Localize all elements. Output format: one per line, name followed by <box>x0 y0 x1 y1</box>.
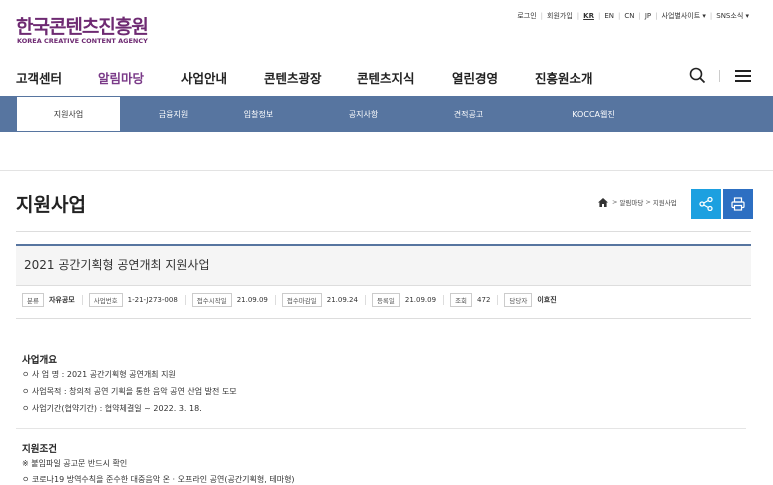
nav-item-customer-center[interactable]: 고객센터 <box>16 68 62 87</box>
login-link[interactable]: 로그인 <box>517 11 536 21</box>
lang-cn-link[interactable]: CN <box>624 12 634 20</box>
main-nav: 고객센터 알림마당 사업안내 콘텐츠광장 콘텐츠지식 열린경영 진흥원소개 <box>0 64 773 96</box>
tab-support-business[interactable]: 지원사업 <box>16 96 121 132</box>
meta-value-manager: 이효진 <box>537 296 557 304</box>
content-line: ㅇ 사업기간(협약기간) : 협약체결일 ~ 2022. 3. 18. <box>22 404 202 413</box>
divider <box>16 318 751 319</box>
meta-value-registered: 21.09.09 <box>404 296 437 304</box>
section-heading: 지원조건 <box>22 444 57 455</box>
sns-dropdown[interactable]: SNS소식 ▾ <box>716 11 749 21</box>
utility-links: 로그인 | 회원가입 | KR | EN | CN | JP | 사업별사이트 ▾ | SNS… <box>517 11 749 21</box>
meta-label-views: 조회 <box>450 293 473 307</box>
breadcrumb-item[interactable]: 지원사업 <box>653 197 677 207</box>
chevron-right-icon: > <box>612 198 618 206</box>
article-meta: 분류 자유공모 사업번호 1-21-J273-008 접수시작일 21.09.0… <box>22 293 564 307</box>
meta-value-start-date: 21.09.09 <box>236 296 268 304</box>
tab-kocca-webzine[interactable]: KOCCA웹진 <box>541 96 646 132</box>
nav-item-open-management[interactable]: 열린경영 <box>452 68 498 87</box>
nav-item-about[interactable]: 진흥원소개 <box>535 68 593 87</box>
signup-link[interactable]: 회원가입 <box>547 11 573 21</box>
lang-kr-link[interactable]: KR <box>583 12 594 20</box>
divider <box>0 170 773 171</box>
nav-item-content-knowledge[interactable]: 콘텐츠지식 <box>357 68 415 87</box>
meta-value-business-no: 1-21-J273-008 <box>127 296 178 304</box>
nav-item-content-plaza[interactable]: 콘텐츠광장 <box>264 68 322 87</box>
meta-label-business-no: 사업번호 <box>88 293 123 307</box>
tab-bid-info[interactable]: 입찰정보 <box>206 96 311 132</box>
content-line: ㅇ 사 업 명 : 2021 공간기획형 공연개최 지원 <box>22 370 176 379</box>
tab-notices[interactable]: 공지사항 <box>311 96 416 132</box>
nav-divider <box>719 70 720 82</box>
article-title: 2021 공간기획형 공연개최 지원사업 <box>24 258 210 272</box>
print-icon <box>731 197 745 211</box>
chevron-right-icon: > <box>645 198 651 206</box>
lang-en-link[interactable]: EN <box>604 12 614 20</box>
meta-label-start-date: 접수시작일 <box>191 293 232 307</box>
share-button[interactable] <box>691 189 721 219</box>
nav-item-notice[interactable]: 알림마당 <box>98 68 144 87</box>
divider <box>16 231 751 232</box>
print-button[interactable] <box>723 189 753 219</box>
meta-label-manager: 담당자 <box>504 293 533 307</box>
logo-subtitle: KOREA CREATIVE CONTENT AGENCY <box>17 37 148 45</box>
content-line: ※ 붙임파일 공고문 반드시 확인 <box>22 459 128 468</box>
meta-value-end-date: 21.09.24 <box>326 296 358 304</box>
breadcrumb: > 알림마당 > 지원사업 <box>598 197 677 207</box>
tab-quote-notice[interactable]: 견적공고 <box>416 96 521 132</box>
logo[interactable]: 한국콘텐츠진흥원 <box>16 12 149 39</box>
share-icon <box>699 197 713 211</box>
nav-item-business[interactable]: 사업안내 <box>181 68 227 87</box>
menu-icon[interactable] <box>735 69 751 83</box>
content-line: ㅇ 코로나19 방역수칙을 준수한 대중음악 온 · 오프라인 공연(공간기획형… <box>22 475 295 484</box>
meta-label-category: 분류 <box>22 293 44 307</box>
search-icon[interactable] <box>689 67 706 84</box>
section-heading: 사업개요 <box>22 355 57 366</box>
breadcrumb-item[interactable]: 알림마당 <box>619 197 643 207</box>
divider <box>16 428 746 429</box>
content-line: ㅇ 사업목적 : 창의적 공연 기획을 통한 음악 공연 산업 발전 도모 <box>22 387 237 396</box>
business-sites-dropdown[interactable]: 사업별사이트 ▾ <box>662 11 706 21</box>
meta-value-views: 472 <box>477 296 491 304</box>
page-title: 지원사업 <box>16 194 86 216</box>
meta-label-end-date: 접수마감일 <box>281 293 322 307</box>
meta-label-registered: 등록일 <box>371 293 400 307</box>
home-icon[interactable] <box>598 197 608 207</box>
lang-jp-link[interactable]: JP <box>645 12 651 20</box>
meta-value-category: 자유공모 <box>48 296 75 304</box>
sub-nav: 지원사업 금융지원 입찰정보 공지사항 견적공고 KOCCA웹진 <box>0 96 773 132</box>
